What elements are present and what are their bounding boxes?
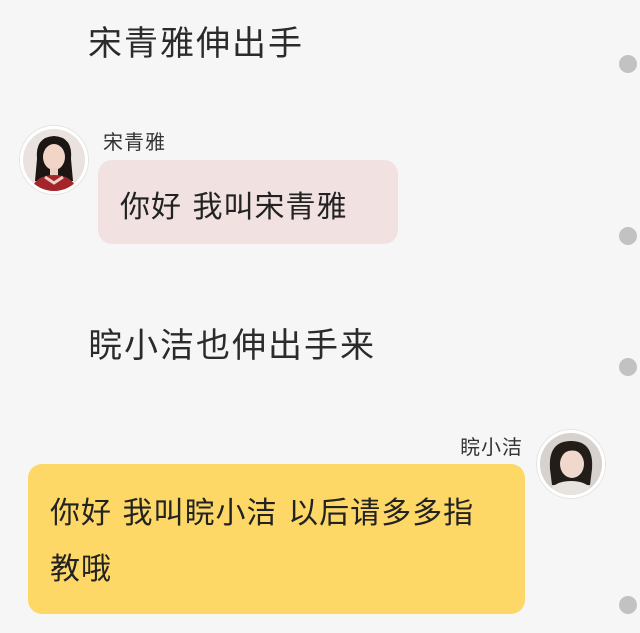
narration-text: 宋青雅伸出手 [88, 24, 304, 64]
chat-bubble: 你好 我叫睆小洁 以后请多多指教哦 [28, 464, 525, 614]
avatar-portrait-icon [23, 129, 85, 191]
scroll-indicator-dot[interactable] [619, 227, 637, 245]
sender-name: 宋青雅 [103, 130, 166, 154]
chat-bubble: 你好 我叫宋青雅 [98, 160, 398, 244]
chat-screen: 宋青雅伸出手 宋青雅 你好 我叫宋青雅 睆小洁也伸出手来 睆小洁 你好 我叫睆小… [0, 0, 640, 633]
avatar-song-qingya[interactable] [20, 126, 88, 194]
avatar-portrait-icon [540, 433, 602, 495]
scroll-indicator-dot[interactable] [619, 596, 637, 614]
scroll-indicator-dot[interactable] [619, 55, 637, 73]
scroll-indicator-dot[interactable] [619, 358, 637, 376]
avatar-wan-xiaojie[interactable] [537, 430, 605, 498]
narration-text: 睆小洁也伸出手来 [88, 326, 376, 366]
sender-name: 睆小洁 [460, 435, 523, 459]
